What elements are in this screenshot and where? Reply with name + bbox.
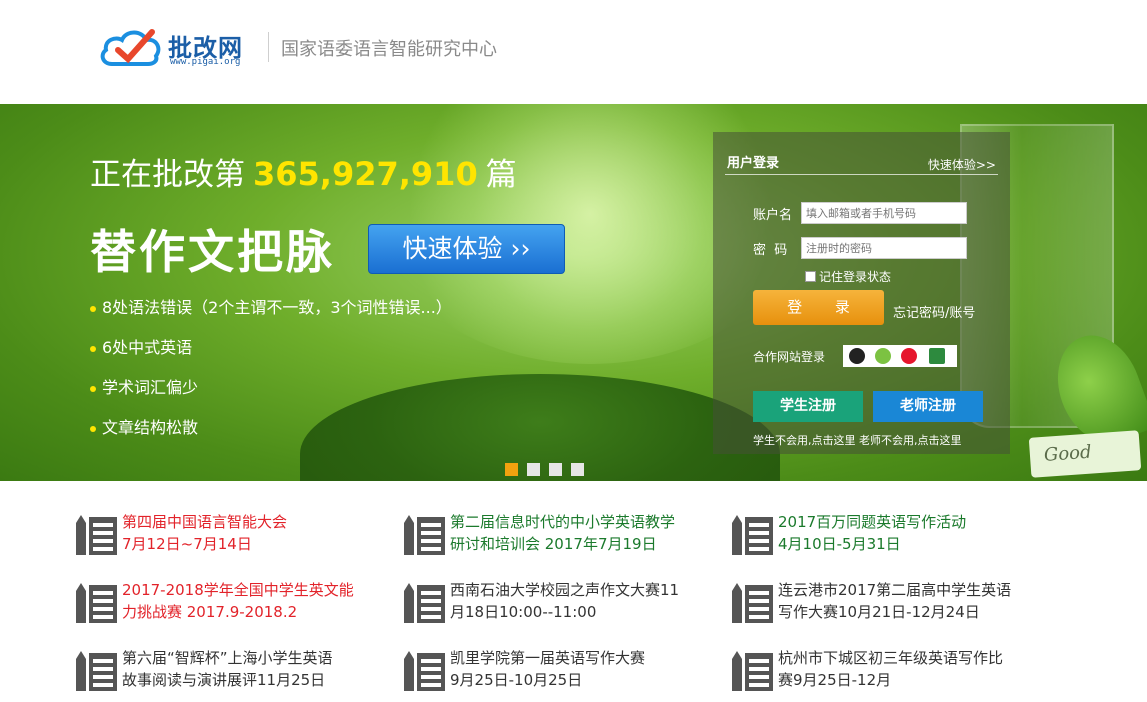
- feature-list: 8处语法错误（2个主谓不一致，3个词性错误...） 6处中式英语 学术词汇偏少 …: [90, 294, 452, 454]
- feature-text: 文章结构松散: [102, 418, 199, 437]
- site-logo[interactable]: 批改网 www.pigai.org: [98, 26, 268, 70]
- pencil-list-icon: [728, 513, 774, 557]
- weibo-icon[interactable]: [901, 348, 917, 364]
- organization-name: 国家语委语言智能研究中心: [281, 39, 497, 60]
- pencil-list-icon: [400, 581, 446, 625]
- feature-text: 6处中式英语: [102, 338, 193, 357]
- news-date: 7月12日~7月14日: [122, 535, 252, 553]
- news-title[interactable]: 连云港市2017第二届高中学生英语: [778, 579, 1011, 601]
- help-tips[interactable]: 学生不会用,点击这里 老师不会用,点击这里: [753, 432, 962, 448]
- password-input[interactable]: [801, 237, 967, 259]
- news-title[interactable]: 杭州市下城区初三年级英语写作比: [778, 647, 1003, 669]
- login-divider: [725, 174, 998, 175]
- username-input[interactable]: [801, 202, 967, 224]
- partner-icon[interactable]: [929, 348, 945, 364]
- pencil-list-icon: [72, 649, 118, 693]
- header: 批改网 www.pigai.org 国家语委语言智能研究中心: [0, 0, 1147, 104]
- feature-text: 学术词汇偏少: [102, 378, 199, 397]
- news-title[interactable]: 2017-2018学年全国中学生英文能: [122, 579, 354, 601]
- bullet-dot-icon: [90, 305, 96, 312]
- news-title[interactable]: 第六届“智辉杯”上海小学生英语: [122, 647, 333, 669]
- wechat-icon[interactable]: [875, 348, 891, 364]
- student-register-button[interactable]: 学生注册: [753, 391, 863, 422]
- pencil-list-icon: [400, 513, 446, 557]
- bullet-dot-icon: [90, 425, 96, 432]
- password-label: 密 码: [753, 243, 788, 258]
- login-button[interactable]: 登 录: [753, 290, 884, 325]
- feature-item: 学术词汇偏少: [90, 374, 452, 414]
- news-item[interactable]: 凯里学院第一届英语写作大赛 9月25日-10月25日: [400, 647, 715, 695]
- news-item[interactable]: 第四届中国语言智能大会 7月12日~7月14日: [72, 511, 387, 559]
- carousel-dot[interactable]: [527, 463, 540, 476]
- good-card-decoration: Good: [1028, 430, 1142, 478]
- brand-url: www.pigai.org: [170, 57, 241, 67]
- login-panel: 用户登录 快速体验>> 账户名 密 码 记住登录状态 登 录 忘记密码/账号 合…: [713, 132, 1010, 454]
- pencil-list-icon: [728, 581, 774, 625]
- news-date: 故事阅读与演讲展评11月25日: [122, 671, 326, 689]
- news-section: 第四届中国语言智能大会 7月12日~7月14日 第二届信息时代的中小学英语教学研讨和…: [0, 481, 1147, 702]
- news-item[interactable]: 杭州市下城区初三年级英语写作比赛9月25日-12月: [728, 647, 1043, 695]
- news-date: 写作大赛10月21日-12月24日: [778, 603, 980, 621]
- remember-label: 记住登录状态: [819, 270, 892, 284]
- partner-login-icons: [843, 345, 957, 367]
- news-title[interactable]: 西南石油大学校园之声作文大赛11: [450, 579, 679, 601]
- news-item[interactable]: 第六届“智辉杯”上海小学生英语故事阅读与演讲展评11月25日: [72, 647, 387, 695]
- pencil-list-icon: [728, 649, 774, 693]
- news-date: 赛9月25日-12月: [778, 671, 892, 689]
- pencil-list-icon: [400, 649, 446, 693]
- feature-item: 8处语法错误（2个主谓不一致，3个词性错误...）: [90, 294, 452, 334]
- news-title[interactable]: 凯里学院第一届英语写作大赛: [450, 647, 645, 669]
- bullet-dot-icon: [90, 345, 96, 352]
- bullet-dot-icon: [90, 385, 96, 392]
- hero-banner: Good 正在批改第 365,927,910 篇 替作文把脉 快速体验 ›› 8处语…: [0, 104, 1147, 481]
- quick-try-button[interactable]: 快速体验 ››: [368, 224, 565, 274]
- partner-login-label: 合作网站登录: [753, 350, 826, 364]
- pencil-list-icon: [72, 513, 118, 557]
- carousel-dot[interactable]: [549, 463, 562, 476]
- remember-checkbox[interactable]: [805, 271, 816, 282]
- pencil-list-icon: [72, 581, 118, 625]
- good-card-text: Good: [1043, 441, 1093, 466]
- carousel-dot[interactable]: [505, 463, 518, 476]
- news-title[interactable]: 2017百万同题英语写作活动: [778, 511, 966, 533]
- news-date: 研讨和培训会 2017年7月19日: [450, 535, 657, 553]
- slogan: 替作文把脉: [90, 225, 335, 279]
- counter-prefix: 正在批改第: [90, 157, 245, 193]
- header-divider: [268, 32, 269, 62]
- username-label: 账户名: [753, 208, 793, 223]
- news-item[interactable]: 2017-2018学年全国中学生英文能力挑战赛 2017.9-2018.2: [72, 579, 387, 627]
- qq-icon[interactable]: [849, 348, 865, 364]
- teacher-register-button[interactable]: 老师注册: [873, 391, 983, 422]
- counter-suffix: 篇: [485, 157, 517, 193]
- carousel-indicators: [505, 461, 593, 480]
- news-item[interactable]: 第二届信息时代的中小学英语教学研讨和培训会 2017年7月19日: [400, 511, 715, 559]
- news-date: 9月25日-10月25日: [450, 671, 583, 689]
- news-date: 月18日10:00--11:00: [450, 603, 597, 621]
- counter-number: 365,927,910: [253, 155, 478, 193]
- essay-counter: 正在批改第 365,927,910 篇: [90, 149, 517, 194]
- news-item[interactable]: 2017百万同题英语写作活动 4月10日-5月31日: [728, 511, 1043, 559]
- news-date: 力挑战赛 2017.9-2018.2: [122, 603, 298, 621]
- feature-item: 文章结构松散: [90, 414, 452, 454]
- quick-try-link[interactable]: 快速体验>>: [928, 156, 996, 173]
- feature-text: 8处语法错误（2个主谓不一致，3个词性错误...）: [102, 298, 452, 317]
- cloud-check-logo-icon: [100, 29, 161, 66]
- forgot-password-link[interactable]: 忘记密码/账号: [893, 302, 975, 321]
- remember-me[interactable]: 记住登录状态: [805, 268, 891, 285]
- news-item[interactable]: 连云港市2017第二届高中学生英语写作大赛10月21日-12月24日: [728, 579, 1043, 627]
- feature-item: 6处中式英语: [90, 334, 452, 374]
- news-date: 4月10日-5月31日: [778, 535, 901, 553]
- news-item[interactable]: 西南石油大学校园之声作文大赛11 月18日10:00--11:00: [400, 579, 715, 627]
- login-title: 用户登录: [727, 156, 780, 171]
- carousel-dot[interactable]: [571, 463, 584, 476]
- news-title[interactable]: 第二届信息时代的中小学英语教学: [450, 511, 675, 533]
- news-title[interactable]: 第四届中国语言智能大会: [122, 511, 287, 533]
